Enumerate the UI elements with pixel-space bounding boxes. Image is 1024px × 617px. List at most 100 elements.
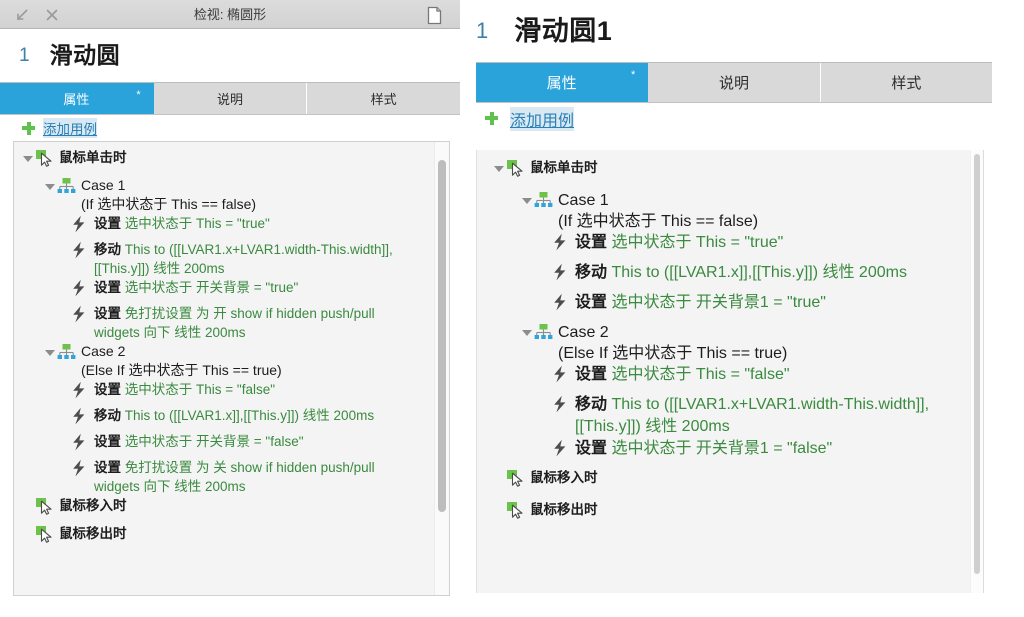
tree-row-action[interactable]: 设置 选中状态于 开关背景1 = "false" <box>477 438 983 468</box>
disclosure-triangle-icon[interactable] <box>22 498 35 516</box>
tree-row-label: 设置 选中状态于 开关背景 = "false" <box>94 434 304 449</box>
add-case-link[interactable]: 添加用例 <box>510 107 575 131</box>
mouse-event-icon <box>506 159 525 177</box>
tab-properties-label: 属性 <box>63 92 90 107</box>
tree-row-label: 设置 选中状态于 开关背景1 = "true" <box>575 294 826 311</box>
tree-row-label: 鼠标移出时 <box>530 502 598 517</box>
tab-style-label: 样式 <box>891 75 922 92</box>
add-case-row-right[interactable]: 添加用例 <box>476 103 976 135</box>
action-bolt-icon <box>70 305 89 323</box>
tree-row-label: 鼠标移入时 <box>530 470 598 485</box>
tree-row-event[interactable]: 鼠标单击时 <box>477 158 983 190</box>
disclosure-triangle-icon[interactable] <box>22 526 35 544</box>
tree-row-action[interactable]: 移动 This to ([[LVAR1.x]],[[This.y]]) 线性 2… <box>14 406 449 432</box>
tabbar-right: 属性 * 说明 样式 <box>476 62 992 103</box>
window-title: 检视: 椭圆形 <box>193 7 267 22</box>
action-bolt-icon <box>551 293 570 311</box>
disclosure-triangle-icon[interactable] <box>493 470 506 488</box>
tree-row-label: 移动 This to ([[LVAR1.x]],[[This.y]]) 线性 2… <box>94 408 375 423</box>
interactions-tree-left[interactable]: 鼠标单击时 Case 1 (If 选中状态于 This == false) 设置 选中… <box>13 141 450 596</box>
panel-bottom-spacer <box>0 597 460 607</box>
tree-row-action[interactable]: 设置 选中状态于 This = "true" <box>14 214 449 240</box>
tree-row-label: 设置 选中状态于 开关背景 = "true" <box>94 280 299 295</box>
disclosure-triangle-icon[interactable] <box>493 160 506 178</box>
action-bolt-icon <box>551 233 570 251</box>
mouse-event-icon <box>506 469 525 487</box>
tree-row-label: 设置 选中状态于 This = "true" <box>575 234 784 251</box>
tree-row-action[interactable]: 设置 选中状态于 This = "false" <box>14 380 449 406</box>
add-case-link[interactable]: 添加用例 <box>43 118 97 138</box>
tree-row-label: Case 1 (If 选中状态于 This == false) <box>81 177 257 212</box>
tree-row-action[interactable]: 移动 This to ([[LVAR1.x]],[[This.y]]) 线性 2… <box>477 262 983 292</box>
object-index: 1 <box>19 45 30 66</box>
tab-notes[interactable]: 说明 <box>648 63 821 102</box>
tree-row-action[interactable]: 设置 免打扰设置 为 开 show if hidden push/pull wi… <box>14 304 449 342</box>
object-index: 1 <box>476 18 489 43</box>
tabbar-left: 属性 * 说明 样式 <box>0 82 461 115</box>
tab-properties[interactable]: 属性 * <box>0 83 154 114</box>
mouse-event-icon <box>35 497 54 515</box>
action-bolt-icon <box>551 439 570 457</box>
tree-scrollbar-left[interactable] <box>434 142 449 595</box>
tree-row-case[interactable]: Case 2 (Else If 选中状态于 This == true) <box>14 342 449 380</box>
action-bolt-icon <box>551 395 570 413</box>
disclosure-triangle-icon[interactable] <box>22 150 35 168</box>
disclosure-triangle-icon[interactable] <box>521 192 534 210</box>
object-title: 滑动圆1 <box>514 15 613 46</box>
tree-scrollbar-right[interactable] <box>970 150 983 593</box>
tab-properties[interactable]: 属性 * <box>476 63 649 102</box>
tab-notes-label: 说明 <box>217 92 244 107</box>
mouse-event-icon <box>506 501 525 519</box>
case-branch-icon <box>534 191 553 209</box>
tree-row-action[interactable]: 设置 选中状态于 开关背景 = "true" <box>14 278 449 304</box>
tree-row-label: 鼠标单击时 <box>530 160 598 175</box>
add-case-row-left[interactable]: 添加用例 <box>0 115 460 141</box>
tree-row-case[interactable]: Case 2 (Else If 选中状态于 This == true) <box>477 322 983 364</box>
action-bolt-icon <box>551 263 570 281</box>
tree-row-label: 移动 This to ([[LVAR1.x+LVAR1.width-This.w… <box>94 242 393 276</box>
window-titlebar: 检视: 椭圆形 <box>0 0 460 29</box>
tree-row-action[interactable]: 设置 免打扰设置 为 关 show if hidden push/pull wi… <box>14 458 449 496</box>
tree-row-action[interactable]: 设置 选中状态于 This = "false" <box>477 364 983 394</box>
tree-row-label: 鼠标移入时 <box>59 498 127 513</box>
tree-row-action[interactable]: 设置 选中状态于 开关背景 = "false" <box>14 432 449 458</box>
tree-scrollbar-thumb[interactable] <box>438 160 446 512</box>
tab-properties-label: 属性 <box>546 75 577 92</box>
tree-row-action[interactable]: 设置 选中状态于 开关背景1 = "true" <box>477 292 983 322</box>
plus-icon <box>485 111 500 127</box>
tree-row-action[interactable]: 移动 This to ([[LVAR1.x+LVAR1.width-This.w… <box>477 394 983 438</box>
tree-row-label: 设置 选中状态于 This = "false" <box>94 382 276 397</box>
tree-row-event[interactable]: 鼠标单击时 <box>14 148 449 176</box>
tree-row-action[interactable]: 移动 This to ([[LVAR1.x+LVAR1.width-This.w… <box>14 240 449 278</box>
tab-notes[interactable]: 说明 <box>153 83 308 114</box>
screenshot-root: 检视: 椭圆形 1 滑动圆 属性 * 说明 样式 添加用例 鼠标单击时 Case… <box>0 0 1024 617</box>
tree-scrollbar-thumb[interactable] <box>974 154 980 574</box>
tree-row-action[interactable]: 设置 选中状态于 This = "true" <box>477 232 983 262</box>
tree-row-event[interactable]: 鼠标移出时 <box>477 500 983 532</box>
action-bolt-icon <box>70 407 89 425</box>
document-icon[interactable] <box>426 6 444 25</box>
tree-row-event[interactable]: 鼠标移出时 <box>14 524 449 552</box>
disclosure-triangle-icon[interactable] <box>521 324 534 342</box>
tab-style[interactable]: 样式 <box>820 63 992 102</box>
action-bolt-icon <box>551 365 570 383</box>
action-bolt-icon <box>70 215 89 233</box>
interactions-tree-right[interactable]: 鼠标单击时 Case 1 (If 选中状态于 This == false) 设置 选中… <box>476 150 984 593</box>
tree-row-event[interactable]: 鼠标移入时 <box>14 496 449 524</box>
mouse-event-icon <box>35 149 54 167</box>
tree-row-case[interactable]: Case 1 (If 选中状态于 This == false) <box>14 176 449 214</box>
tree-row-case[interactable]: Case 1 (If 选中状态于 This == false) <box>477 190 983 232</box>
case-branch-icon <box>534 323 553 341</box>
tab-modified-marker: * <box>136 89 141 101</box>
disclosure-triangle-icon[interactable] <box>493 502 506 520</box>
tree-row-label: 移动 This to ([[LVAR1.x+LVAR1.width-This.w… <box>575 396 930 435</box>
action-bolt-icon <box>70 279 89 297</box>
disclosure-triangle-icon[interactable] <box>44 178 57 196</box>
tree-row-label: 设置 选中状态于 This = "false" <box>575 366 790 383</box>
disclosure-triangle-icon[interactable] <box>44 344 57 362</box>
tab-style[interactable]: 样式 <box>307 83 461 114</box>
tree-row-event[interactable]: 鼠标移入时 <box>477 468 983 500</box>
tree-row-label: 设置 选中状态于 This = "true" <box>94 216 270 231</box>
tree-row-label: Case 2 (Else If 选中状态于 This == true) <box>81 343 282 378</box>
tab-style-label: 样式 <box>370 92 397 107</box>
